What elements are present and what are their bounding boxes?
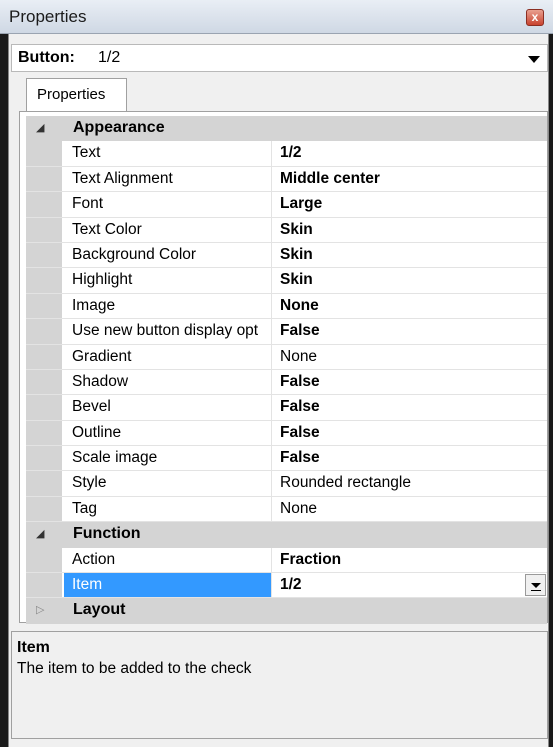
category-layout[interactable]: ▷ Layout — [26, 598, 547, 624]
property-name[interactable]: Bevel — [64, 395, 272, 420]
property-name[interactable]: Image — [64, 293, 272, 319]
property-row[interactable]: Action Fraction — [26, 547, 547, 574]
row-gutter — [26, 547, 62, 573]
property-value[interactable]: Skin — [273, 218, 547, 242]
property-name[interactable]: Use new button display opt — [64, 319, 272, 344]
property-value[interactable]: False — [273, 395, 547, 419]
title-bar[interactable]: Properties x — [0, 0, 553, 34]
chevron-down-icon[interactable] — [528, 56, 540, 63]
property-value[interactable]: 1/2 — [273, 573, 547, 597]
close-icon[interactable]: x — [526, 9, 544, 26]
property-name[interactable]: Background Color — [64, 242, 272, 268]
property-row[interactable]: Text Alignment Middle center — [26, 166, 547, 193]
property-value[interactable]: None — [273, 497, 547, 521]
property-name[interactable]: Tag — [64, 496, 272, 522]
description-text: The item to be added to the check — [17, 660, 252, 677]
property-name[interactable]: Outline — [64, 420, 272, 446]
property-name[interactable]: Font — [64, 192, 272, 217]
properties-window: Properties x Button: 1/2 Properties ◢ App… — [0, 0, 553, 747]
property-value[interactable]: False — [273, 421, 547, 445]
row-gutter — [26, 471, 62, 496]
property-value[interactable]: Skin — [273, 243, 547, 267]
property-value[interactable]: False — [273, 446, 547, 470]
property-row[interactable]: Text 1/2 — [26, 141, 547, 167]
property-value[interactable]: Fraction — [273, 548, 547, 572]
row-gutter — [26, 166, 62, 192]
window-title: Properties — [9, 7, 87, 26]
property-row[interactable]: Style Rounded rectangle — [26, 471, 547, 497]
row-gutter — [26, 141, 62, 166]
properties-client: Button: 1/2 Properties ◢ Appearance Text 1/… — [8, 34, 549, 747]
property-row[interactable]: Bevel False — [26, 395, 547, 421]
triangle-right-icon[interactable]: ▷ — [36, 603, 44, 616]
triangle-down-icon[interactable]: ◢ — [36, 121, 44, 134]
property-row[interactable]: Text Color Skin — [26, 217, 547, 243]
description-panel: Item The item to be added to the check — [11, 631, 548, 739]
description-title: Item — [17, 639, 50, 656]
row-gutter — [26, 242, 62, 268]
property-name[interactable]: Text — [64, 141, 272, 166]
property-value[interactable]: Rounded rectangle — [273, 471, 547, 495]
property-name[interactable]: Scale image — [64, 446, 272, 471]
property-name[interactable]: Shadow — [64, 369, 272, 395]
triangle-down-icon[interactable]: ◢ — [36, 527, 44, 540]
property-row[interactable]: Background Color Skin — [26, 242, 547, 269]
row-gutter — [26, 420, 62, 446]
property-row[interactable]: Highlight Skin — [26, 268, 547, 294]
property-value[interactable]: False — [273, 319, 547, 343]
property-grid: ◢ Appearance Text 1/2 Text Alignment Middle c… — [26, 116, 547, 624]
property-row[interactable]: Outline False — [26, 420, 547, 447]
property-row[interactable]: Item 1/2 — [26, 573, 547, 599]
property-value[interactable]: 1/2 — [273, 141, 547, 165]
category-function[interactable]: ◢ Function — [26, 522, 547, 548]
property-value[interactable]: None — [273, 345, 547, 369]
property-name[interactable]: Text Color — [64, 217, 272, 242]
tab-properties[interactable]: Properties — [26, 78, 127, 112]
property-value[interactable]: Large — [273, 192, 547, 216]
row-gutter — [26, 395, 62, 420]
property-name[interactable]: Text Alignment — [64, 166, 272, 192]
category-appearance[interactable]: ◢ Appearance — [26, 116, 547, 142]
value-dropdown-button[interactable] — [525, 574, 546, 597]
property-row[interactable]: Scale image False — [26, 446, 547, 472]
category-label: Appearance — [73, 119, 165, 136]
property-name[interactable]: Style — [64, 471, 272, 496]
property-row[interactable]: Tag None — [26, 496, 547, 523]
row-gutter — [26, 192, 62, 217]
property-value[interactable]: Middle center — [273, 167, 547, 191]
property-row[interactable]: Shadow False — [26, 369, 547, 396]
row-gutter — [26, 446, 62, 471]
object-name-label: 1/2 — [98, 49, 121, 66]
property-name[interactable]: Gradient — [64, 344, 272, 369]
row-gutter — [26, 319, 62, 344]
property-value[interactable]: None — [273, 294, 547, 318]
property-row[interactable]: Font Large — [26, 192, 547, 218]
row-gutter — [26, 369, 62, 395]
object-type-label: Button: — [18, 49, 75, 66]
row-gutter — [26, 344, 62, 369]
property-row[interactable]: Gradient None — [26, 344, 547, 370]
property-name[interactable]: Action — [64, 547, 272, 573]
row-gutter — [26, 268, 62, 293]
category-label: Layout — [73, 601, 126, 619]
property-row[interactable]: Use new button display opt False — [26, 319, 547, 345]
property-value[interactable]: False — [273, 370, 547, 394]
property-value[interactable]: Skin — [273, 268, 547, 292]
row-gutter — [26, 217, 62, 242]
category-label: Function — [73, 525, 141, 543]
property-name[interactable]: Highlight — [64, 268, 272, 293]
row-gutter — [26, 293, 62, 319]
object-selector-dropdown[interactable]: Button: 1/2 — [11, 44, 548, 72]
property-name[interactable]: Item — [64, 573, 272, 598]
row-gutter — [26, 496, 62, 522]
row-gutter — [26, 573, 62, 598]
property-row[interactable]: Image None — [26, 293, 547, 320]
